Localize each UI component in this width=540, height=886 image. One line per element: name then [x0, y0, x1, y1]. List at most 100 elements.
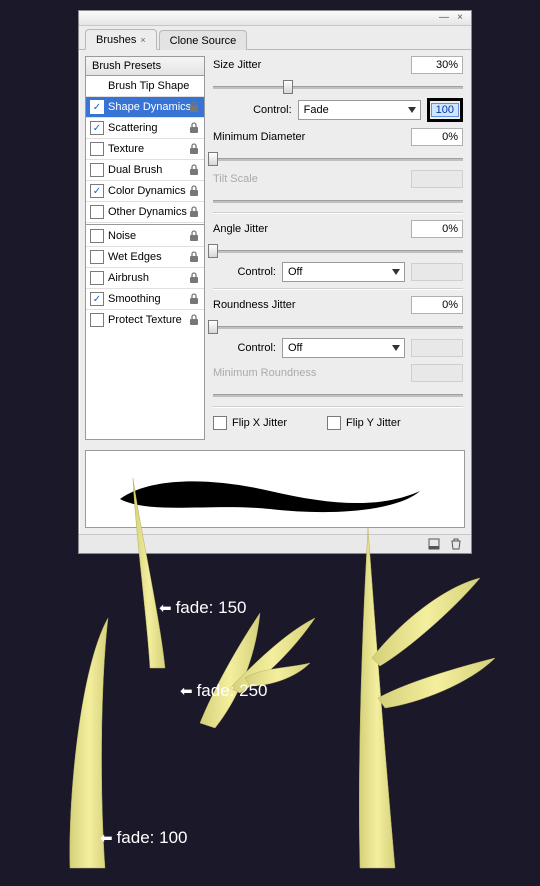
checkbox[interactable]: ✓ [90, 184, 104, 198]
angle-jitter-slider[interactable] [213, 244, 463, 258]
flip-x-checkbox[interactable] [213, 416, 227, 430]
sidebar-item-label: Other Dynamics [108, 206, 187, 218]
sidebar-item-dual-brush[interactable]: Dual Brush [86, 160, 204, 181]
titlebar: — × [79, 11, 471, 26]
lock-icon[interactable] [188, 100, 200, 114]
sidebar-item-label: Dual Brush [108, 164, 162, 176]
annotation-text: fade: 100 [117, 828, 188, 848]
annotation-text: fade: 150 [176, 598, 247, 618]
sidebar-item-other-dynamics[interactable]: Other Dynamics [86, 202, 204, 223]
checkbox[interactable] [90, 271, 104, 285]
sidebar-item-color-dynamics[interactable]: ✓ Color Dynamics [86, 181, 204, 202]
tab-label: Clone Source [170, 35, 237, 47]
size-control-dropdown[interactable]: Fade [298, 100, 421, 120]
min-diameter-label: Minimum Diameter [213, 131, 305, 143]
sidebar-item-label: Wet Edges [108, 251, 162, 263]
control-label: Control: [253, 104, 292, 116]
sidebar-item-protect-texture[interactable]: Protect Texture [86, 310, 204, 330]
roundness-jitter-slider[interactable] [213, 320, 463, 334]
sidebar-item-scattering[interactable]: ✓ Scattering [86, 118, 204, 139]
checkbox[interactable]: ✓ [90, 292, 104, 306]
sidebar-item-shape-dynamics[interactable]: ✓ Shape Dynamics [86, 97, 204, 118]
tilt-scale-label: Tilt Scale [213, 173, 258, 185]
sidebar-item-wet-edges[interactable]: Wet Edges [86, 247, 204, 268]
lock-icon[interactable] [188, 205, 200, 219]
lock-icon[interactable] [188, 250, 200, 264]
checkbox[interactable]: ✓ [90, 100, 104, 114]
sidebar-header[interactable]: Brush Presets [86, 57, 204, 76]
sidebar-item-label: Noise [108, 230, 136, 242]
flip-x-label: Flip X Jitter [232, 417, 287, 429]
checkbox[interactable]: ✓ [90, 121, 104, 135]
sidebar-item-label: Color Dynamics [108, 185, 186, 197]
sidebar-item-texture[interactable]: Texture [86, 139, 204, 160]
angle-control-value [411, 263, 463, 281]
min-diameter-slider[interactable] [213, 152, 463, 166]
annotation-fade-100: ⬅ fade: 100 [100, 828, 187, 848]
sidebar-item-label: Smoothing [108, 293, 161, 305]
flip-y-label: Flip Y Jitter [346, 417, 401, 429]
angle-jitter-value[interactable]: 0% [411, 220, 463, 238]
tilt-scale-slider [213, 194, 463, 208]
sidebar-item-label: Protect Texture [108, 314, 182, 326]
lock-icon[interactable] [188, 313, 200, 327]
checkbox[interactable] [90, 250, 104, 264]
angle-jitter-label: Angle Jitter [213, 223, 268, 235]
min-diameter-value[interactable]: 0% [411, 128, 463, 146]
checkbox[interactable] [90, 163, 104, 177]
arrow-left-icon: ⬅ [159, 599, 172, 617]
control-label: Control: [237, 342, 276, 354]
brush-settings-sidebar: Brush Presets Brush Tip Shape ✓ Shape Dyna… [85, 56, 205, 440]
lock-icon[interactable] [188, 142, 200, 156]
arrow-left-icon: ⬅ [180, 682, 193, 700]
checkbox[interactable] [90, 229, 104, 243]
fade-value-input[interactable]: 100 [431, 103, 459, 117]
sidebar-item-label: Shape Dynamics [108, 101, 191, 113]
sidebar-item-label: Airbrush [108, 272, 149, 284]
sidebar-item-brush-tip-shape[interactable]: Brush Tip Shape [86, 76, 204, 97]
tilt-scale-value [411, 170, 463, 188]
fade-highlight: 100 [427, 98, 463, 122]
lock-icon[interactable] [188, 271, 200, 285]
size-jitter-value[interactable]: 30% [411, 56, 463, 74]
annotation-fade-250: ⬅ fade: 250 [180, 681, 267, 701]
example-strokes-diagram: ⬅ fade: 150 ⬅ fade: 250 ⬅ fade: 100 [0, 468, 540, 883]
close-icon[interactable]: × [140, 35, 145, 45]
sidebar-item-label: Texture [108, 143, 144, 155]
control-label: Control: [237, 266, 276, 278]
tab-clone-source[interactable]: Clone Source [159, 30, 248, 50]
settings-main: Size Jitter 30% Control: Fade 100 Minimu… [205, 50, 471, 446]
angle-control-dropdown[interactable]: Off [282, 262, 405, 282]
sidebar-item-smoothing[interactable]: ✓ Smoothing [86, 289, 204, 310]
tab-label: Brushes [96, 34, 136, 46]
checkbox[interactable] [90, 205, 104, 219]
tab-brushes[interactable]: Brushes × [85, 29, 157, 50]
min-roundness-slider [213, 388, 463, 402]
roundness-jitter-label: Roundness Jitter [213, 299, 296, 311]
roundness-jitter-value[interactable]: 0% [411, 296, 463, 314]
arrow-left-icon: ⬅ [100, 829, 113, 847]
checkbox[interactable] [90, 313, 104, 327]
size-jitter-label: Size Jitter [213, 59, 261, 71]
sidebar-item-airbrush[interactable]: Airbrush [86, 268, 204, 289]
flip-y-checkbox[interactable] [327, 416, 341, 430]
roundness-control-value [411, 339, 463, 357]
sidebar-item-label: Scattering [108, 122, 158, 134]
lock-icon[interactable] [188, 184, 200, 198]
sidebar-item-noise[interactable]: Noise [86, 226, 204, 247]
checkbox[interactable] [90, 142, 104, 156]
annotation-text: fade: 250 [197, 681, 268, 701]
lock-icon[interactable] [188, 292, 200, 306]
tab-bar: Brushes × Clone Source [79, 26, 471, 50]
min-roundness-value [411, 364, 463, 382]
size-jitter-slider[interactable] [213, 80, 463, 94]
lock-icon[interactable] [188, 229, 200, 243]
close-button[interactable]: × [457, 12, 463, 23]
min-roundness-label: Minimum Roundness [213, 367, 316, 379]
roundness-control-dropdown[interactable]: Off [282, 338, 405, 358]
sidebar-item-label: Brush Tip Shape [108, 80, 189, 92]
annotation-fade-150: ⬅ fade: 150 [159, 598, 246, 618]
minimize-button[interactable]: — [439, 12, 449, 23]
lock-icon[interactable] [188, 163, 200, 177]
lock-icon[interactable] [188, 121, 200, 135]
